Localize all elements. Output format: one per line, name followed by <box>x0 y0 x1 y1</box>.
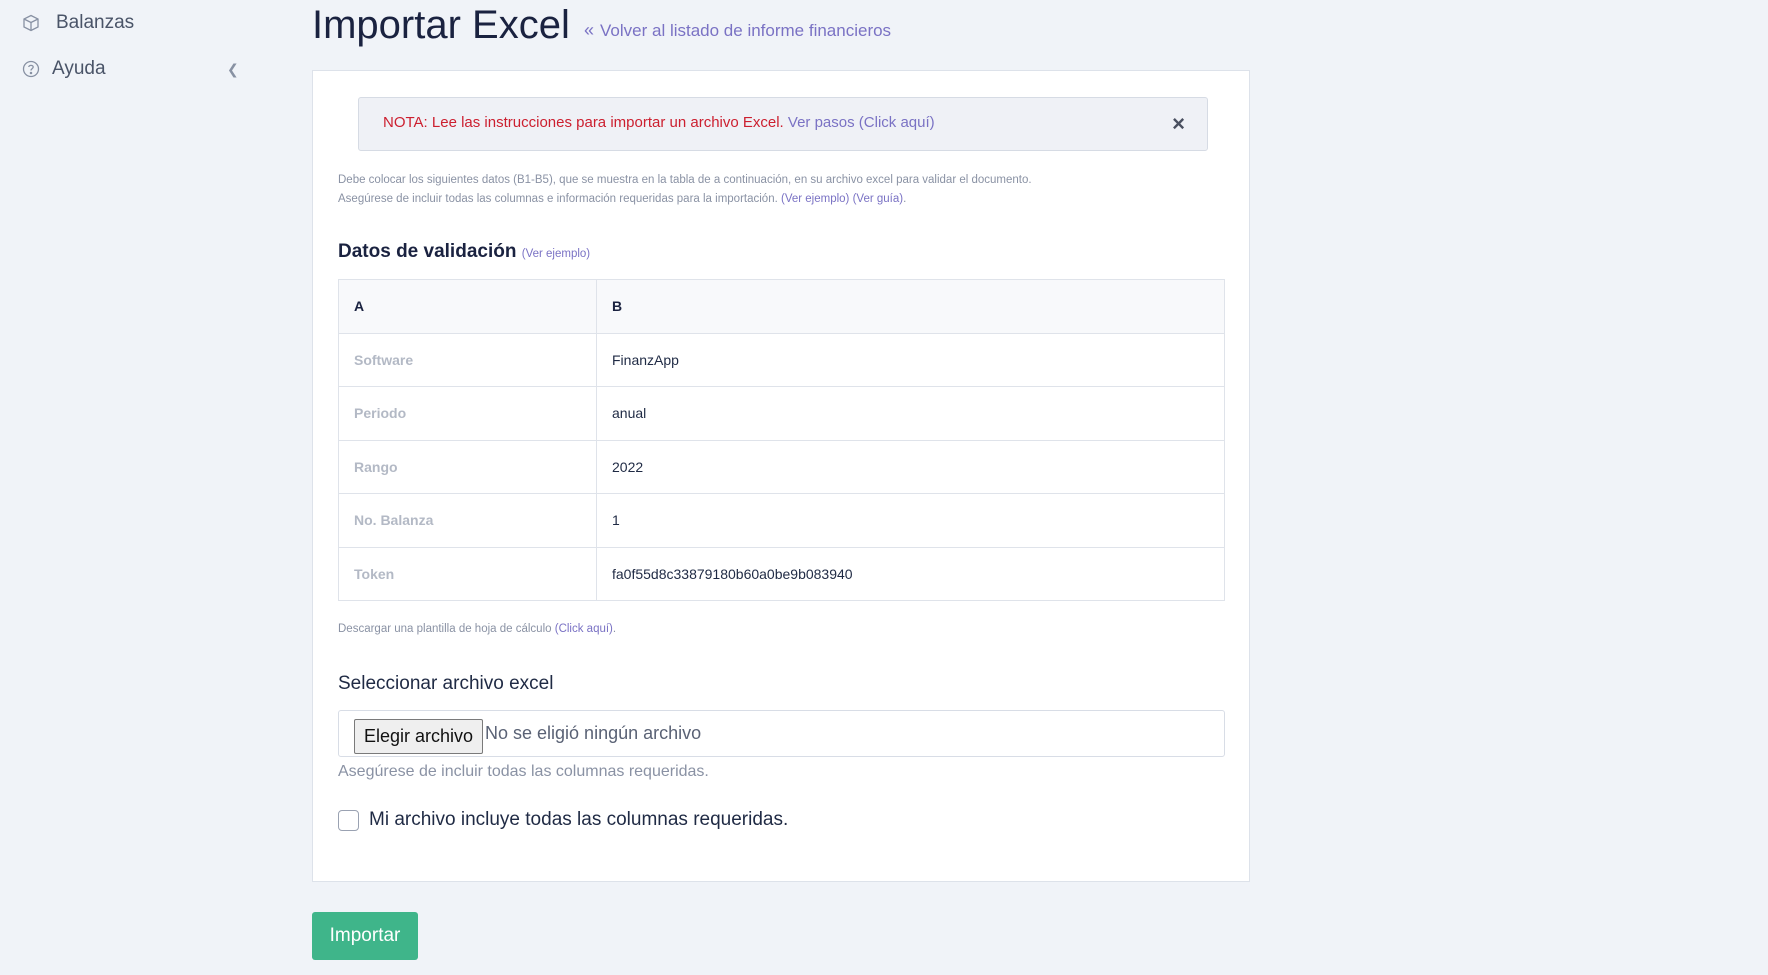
sidebar: Balanzas Ayuda ❮ <box>0 0 260 975</box>
row-key: No. Balanza <box>338 493 597 548</box>
row-key: Periodo <box>338 386 597 441</box>
help-line-1: Debe colocar los siguientes datos (B1-B5… <box>338 174 1032 186</box>
column-header: A <box>338 279 597 334</box>
table-row: Token fa0f55d8c33879180b60a0be9b083940 <box>338 546 1225 601</box>
row-key: Software <box>338 332 597 387</box>
table-row: Periodo anual <box>338 386 1225 441</box>
file-input-label: Seleccionar archivo excel <box>338 673 554 694</box>
row-value: anual <box>596 386 1225 441</box>
page-title: Importar Excel <box>312 3 570 47</box>
sidebar-item-label: Balanzas <box>56 12 135 33</box>
row-key: Rango <box>338 439 597 494</box>
import-card: NOTA: Lee las instrucciones para importa… <box>312 70 1250 882</box>
row-value: fa0f55d8c33879180b60a0be9b083940 <box>596 546 1225 601</box>
back-link-label: Volver al listado de informe financieros <box>600 20 892 40</box>
view-example-link[interactable]: (Ver ejemplo) <box>781 193 849 205</box>
sidebar-item-label: Ayuda <box>52 58 106 79</box>
cube-icon <box>22 14 40 32</box>
validation-table: A B Software FinanzApp Periodo anual Ran… <box>338 279 1225 601</box>
validation-example-link[interactable]: (Ver ejemplo) <box>522 248 590 260</box>
chevron-left-icon[interactable]: ❮ <box>227 61 239 78</box>
row-value: 1 <box>596 493 1225 548</box>
alert-note-text: NOTA: Lee las instrucciones para importa… <box>383 114 784 131</box>
table-row: Rango 2022 <box>338 439 1225 494</box>
row-value: FinanzApp <box>596 332 1225 387</box>
template-download-text: Descargar una plantilla de hoja de cálcu… <box>338 623 617 635</box>
table-row: No. Balanza 1 <box>338 493 1225 548</box>
validation-section-title: Datos de validación (Ver ejemplo) <box>338 241 591 262</box>
note-alert: NOTA: Lee las instrucciones para importa… <box>358 97 1208 151</box>
sidebar-item-balanzas[interactable]: Balanzas <box>22 12 134 34</box>
table-row: Software FinanzApp <box>338 332 1225 387</box>
file-input[interactable]: Elegir archivo No se eligió ningún archi… <box>338 710 1225 757</box>
required-columns-checkbox-row[interactable]: Mi archivo incluye todas las columnas re… <box>338 809 788 831</box>
column-header: B <box>596 279 1225 334</box>
help-circle-icon <box>22 60 40 78</box>
choose-file-button[interactable]: Elegir archivo <box>354 719 484 754</box>
file-status-text: No se eligió ningún archivo <box>485 723 702 743</box>
file-hint-text: Asegúrese de incluir todas las columnas … <box>338 763 709 780</box>
row-value: 2022 <box>596 439 1225 494</box>
view-steps-link[interactable]: Ver pasos (Click aquí) <box>788 114 935 131</box>
close-icon[interactable]: × <box>1172 111 1185 137</box>
double-chevron-left-icon: « <box>584 20 595 40</box>
checkbox-label: Mi archivo incluye todas las columnas re… <box>369 809 789 830</box>
view-guide-link[interactable]: (Ver guía) <box>853 193 904 205</box>
row-key: Token <box>338 546 597 601</box>
download-template-link[interactable]: (Click aquí) <box>555 623 613 635</box>
import-button[interactable]: Importar <box>312 912 418 960</box>
required-columns-checkbox[interactable] <box>338 809 359 831</box>
help-text: Debe colocar los siguientes datos (B1-B5… <box>338 171 1032 209</box>
title-separator: . <box>563 16 569 38</box>
back-to-list-link[interactable]: « Volver al listado de informe financier… <box>584 20 891 41</box>
help-line-2: Asegúrese de incluir todas las columnas … <box>338 193 907 205</box>
sidebar-item-ayuda[interactable]: Ayuda ❮ <box>22 58 239 80</box>
table-header-row: A B <box>338 279 1225 334</box>
